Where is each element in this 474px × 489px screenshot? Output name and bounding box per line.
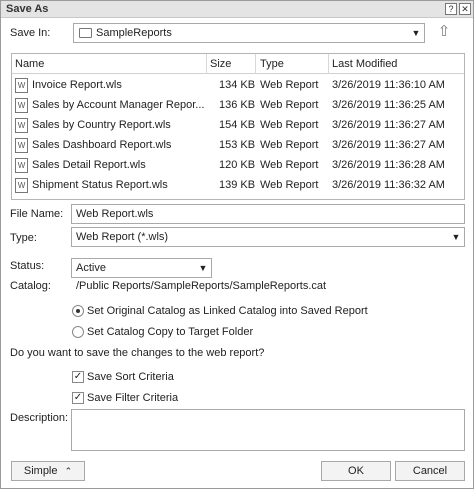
type-label: Type: <box>10 232 37 244</box>
catalog-label: Catalog: <box>10 280 51 292</box>
file-name-cell: Sales by Country Report.wls <box>32 119 171 131</box>
file-modified-cell: 3/26/2019 11:36:32 AM <box>332 179 445 191</box>
linked-catalog-radio[interactable] <box>72 305 84 317</box>
column-divider[interactable] <box>255 54 256 74</box>
file-type-cell: Web Report <box>260 119 319 131</box>
column-size[interactable]: Size <box>210 58 231 70</box>
column-last-modified[interactable]: Last Modified <box>332 58 397 70</box>
save-as-dialog: Save As ? ✕ Save In: SampleReports ▼ ⇧ N… <box>0 0 474 489</box>
file-type-cell: Web Report <box>260 139 319 151</box>
save-filter-label[interactable]: Save Filter Criteria <box>87 392 178 404</box>
file-modified-cell: 3/26/2019 11:36:27 AM <box>332 119 445 131</box>
save-in-select[interactable]: SampleReports ▼ <box>73 23 425 43</box>
file-type-cell: Web Report <box>260 179 319 191</box>
catalog-copy-label[interactable]: Set Catalog Copy to Target Folder <box>87 326 253 338</box>
table-row[interactable]: W Sales Dashboard Report.wls 153 KB Web Rep… <box>12 136 464 156</box>
cancel-button[interactable]: Cancel <box>395 461 465 481</box>
save-in-value: SampleReports <box>96 27 172 39</box>
file-modified-cell: 3/26/2019 11:36:10 AM <box>332 79 445 91</box>
web-report-file-icon: W <box>15 138 28 153</box>
file-list[interactable]: Name Size Type Last Modified W Invoice Re… <box>11 53 465 200</box>
column-name[interactable]: Name <box>15 58 44 70</box>
status-select[interactable]: Active ▼ <box>71 258 212 278</box>
file-size-cell: 153 KB <box>219 139 256 151</box>
status-value: Active <box>76 262 106 274</box>
file-modified-cell: 3/26/2019 11:36:27 AM <box>332 139 445 151</box>
web-report-file-icon: W <box>15 98 28 113</box>
up-folder-icon[interactable]: ⇧ <box>437 23 451 41</box>
column-divider[interactable] <box>328 54 329 74</box>
save-changes-question: Do you want to save the changes to the w… <box>10 347 265 359</box>
file-modified-cell: 3/26/2019 11:36:25 AM <box>332 99 445 111</box>
save-sort-label[interactable]: Save Sort Criteria <box>87 371 174 383</box>
column-type[interactable]: Type <box>260 58 284 70</box>
simple-button-label: Simple <box>23 465 58 477</box>
save-filter-checkbox[interactable]: ✓ <box>72 392 84 404</box>
description-textarea[interactable] <box>71 409 465 451</box>
file-name-cell: Invoice Report.wls <box>32 79 122 91</box>
title-bar[interactable]: Save As ? ✕ <box>1 1 473 18</box>
file-size-cell: 139 KB <box>219 179 256 191</box>
file-type-cell: Web Report <box>260 159 319 171</box>
folder-icon <box>79 28 92 38</box>
table-row[interactable]: W Sales by Country Report.wls 154 KB Web Re… <box>12 116 464 136</box>
file-size-cell: 154 KB <box>219 119 256 131</box>
file-size-cell: 134 KB <box>219 79 256 91</box>
file-name-cell: Sales Dashboard Report.wls <box>32 139 172 151</box>
save-sort-checkbox[interactable]: ✓ <box>72 371 84 383</box>
save-in-label: Save In: <box>10 27 51 39</box>
simple-button[interactable]: Simple ⌃ <box>11 461 85 481</box>
column-divider[interactable] <box>206 54 207 74</box>
status-label: Status: <box>10 260 45 272</box>
table-row[interactable]: W Sales by Account Manager Repor... 136 KB… <box>12 96 464 116</box>
web-report-file-icon: W <box>15 178 28 193</box>
chevron-up-icon: ⌃ <box>64 466 73 476</box>
chevron-down-icon: ▼ <box>411 28 421 38</box>
file-name-cell: Sales Detail Report.wls <box>32 159 146 171</box>
file-name-input[interactable]: Web Report.wls <box>71 204 465 224</box>
file-name-cell: Sales by Account Manager Repor... <box>32 99 204 111</box>
file-name-label: File Name: <box>10 208 64 220</box>
file-type-cell: Web Report <box>260 79 319 91</box>
file-modified-cell: 3/26/2019 11:36:28 AM <box>332 159 445 171</box>
web-report-file-icon: W <box>15 158 28 173</box>
help-icon[interactable]: ? <box>445 3 457 15</box>
linked-catalog-label[interactable]: Set Original Catalog as Linked Catalog i… <box>87 305 368 317</box>
catalog-copy-radio[interactable] <box>72 326 84 338</box>
table-row[interactable]: W Sales Detail Report.wls 120 KB Web Report… <box>12 156 464 176</box>
catalog-path: /Public Reports/SampleReports/SampleRepo… <box>76 280 327 292</box>
web-report-file-icon: W <box>15 118 28 133</box>
table-row[interactable]: W Invoice Report.wls 134 KB Web Report 3/26/… <box>12 76 464 96</box>
description-label: Description: <box>10 412 69 424</box>
file-size-cell: 136 KB <box>219 99 256 111</box>
close-icon[interactable]: ✕ <box>459 3 471 15</box>
type-value: Web Report (*.wls) <box>76 231 169 243</box>
file-name-cell: Shipment Status Report.wls <box>32 179 168 191</box>
dialog-title: Save As <box>6 3 49 15</box>
table-row[interactable]: W Shipment Status Report.wls 139 KB Web Rep… <box>12 176 464 196</box>
file-size-cell: 120 KB <box>219 159 256 171</box>
file-type-cell: Web Report <box>260 99 319 111</box>
web-report-file-icon: W <box>15 78 28 93</box>
chevron-down-icon: ▼ <box>198 263 208 273</box>
file-list-header: Name Size Type Last Modified <box>12 54 464 74</box>
type-select[interactable]: Web Report (*.wls) ▼ <box>71 227 465 247</box>
ok-button[interactable]: OK <box>321 461 391 481</box>
chevron-down-icon: ▼ <box>451 232 461 242</box>
